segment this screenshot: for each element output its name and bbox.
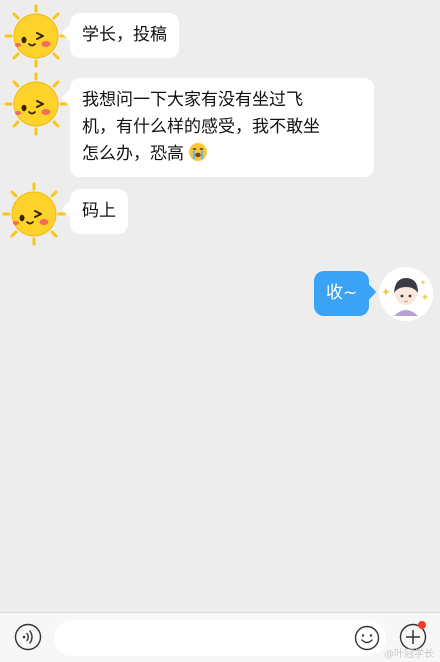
smiley-icon[interactable] [354, 625, 380, 651]
message-text: 怎么办，恐高 [82, 144, 184, 164]
notification-badge [418, 621, 426, 629]
message-text-line: 机，有什么样的感受，我不敢坐 [82, 117, 320, 137]
watermark: @叶冠学长 [384, 649, 434, 660]
message-bubble[interactable]: 码上 [70, 189, 128, 234]
message-bubble[interactable]: 学长，投稿 [70, 13, 179, 58]
voice-icon[interactable] [14, 623, 42, 651]
message-text: 收~ [326, 283, 358, 303]
sun-face-icon[interactable] [4, 72, 68, 136]
message-bubble-self[interactable]: 收~ [314, 271, 370, 316]
message-bubble[interactable]: 我想问一下大家有没有坐过飞 机，有什么样的感受，我不敢坐 怎么办，恐高 [70, 78, 374, 177]
message-text: 学长，投稿 [82, 25, 167, 45]
chat-area[interactable]: 学长，投稿 我想问一下大家有没有坐过飞 机，有什么样的感受，我不敢坐 怎么办，恐… [0, 0, 440, 612]
message-text: 码上 [82, 201, 116, 221]
sun-face-icon[interactable] [4, 4, 68, 68]
cartoon-boy-icon[interactable] [378, 266, 434, 322]
message-text-line: 怎么办，恐高 [82, 141, 362, 168]
sun-face-icon[interactable] [2, 182, 66, 246]
message-text-line: 我想问一下大家有没有坐过飞 [82, 90, 303, 110]
input-toolbar: @叶冠学长 [0, 612, 440, 662]
message-input[interactable] [54, 620, 386, 656]
crying-emoji-icon [189, 143, 207, 161]
